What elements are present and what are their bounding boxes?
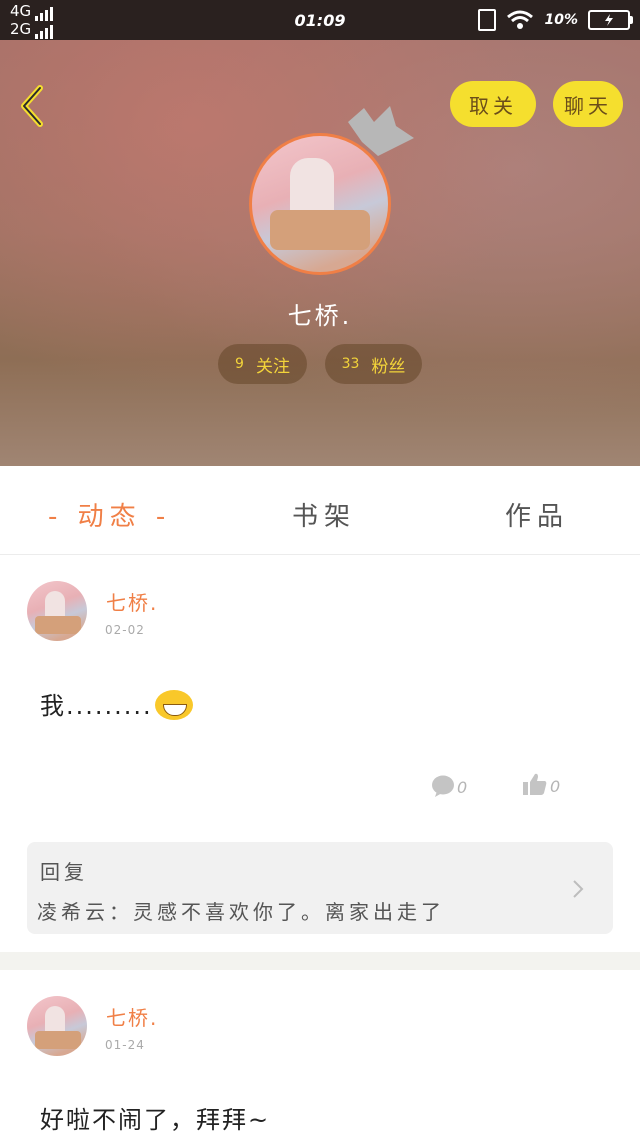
- post-author[interactable]: 七桥.: [106, 1002, 158, 1031]
- chat-button[interactable]: 聊天: [553, 81, 623, 127]
- comment-icon: [432, 775, 454, 797]
- post-date: 01-24: [105, 1038, 145, 1052]
- post-avatar[interactable]: [27, 996, 87, 1056]
- reply-card[interactable]: 回复 凌希云：灵感不喜欢你了。离家出走了: [27, 842, 613, 934]
- wifi-icon: [507, 10, 534, 29]
- status-bar: 4G 2G 01:09 10%: [0, 0, 640, 40]
- post-divider: [0, 952, 640, 970]
- chevron-right-icon: [573, 880, 584, 898]
- following-count-button[interactable]: 9 关注: [218, 344, 307, 384]
- grinning-face-icon: [154, 690, 193, 720]
- thumbs-up-icon: [523, 773, 547, 795]
- unfollow-button[interactable]: 取关: [450, 81, 536, 127]
- like-button[interactable]: 0: [522, 772, 560, 796]
- charging-icon: [478, 9, 497, 31]
- profile-header: 取关 聊天 七桥. 9 关注 33 粉丝: [0, 40, 640, 466]
- following-label: 关注: [255, 356, 290, 377]
- post-text: 好啦不闹了，拜拜~: [40, 1106, 271, 1134]
- status-icons: 10%: [478, 9, 633, 31]
- post-avatar[interactable]: [27, 581, 87, 641]
- tab-works[interactable]: 作品: [505, 496, 569, 533]
- fans-label: 粉丝: [371, 356, 406, 377]
- post-text: 我.........: [40, 686, 193, 721]
- post-author[interactable]: 七桥.: [106, 587, 158, 616]
- profile-username: 七桥.: [287, 302, 353, 330]
- post-date: 02-02: [105, 623, 145, 637]
- tab-activity[interactable]: - 动态 -: [48, 496, 171, 533]
- fans-count: 33: [341, 356, 360, 372]
- comment-count: 0: [457, 778, 468, 797]
- profile-tabs: - 动态 - 书架 作品: [0, 466, 640, 555]
- tab-bookshelf[interactable]: 书架: [292, 496, 356, 533]
- comment-button[interactable]: 0: [431, 775, 467, 797]
- fans-count-button[interactable]: 33 粉丝: [325, 344, 422, 384]
- back-arrow-icon[interactable]: [14, 84, 54, 128]
- reply-title: 回复: [40, 860, 88, 884]
- following-count: 9: [235, 356, 244, 372]
- like-count: 0: [550, 777, 561, 796]
- profile-avatar[interactable]: [249, 133, 391, 275]
- battery-icon: [588, 10, 633, 30]
- reply-body: 凌希云：灵感不喜欢你了。离家出走了: [37, 900, 445, 924]
- wifi-percent: 10%: [544, 12, 578, 28]
